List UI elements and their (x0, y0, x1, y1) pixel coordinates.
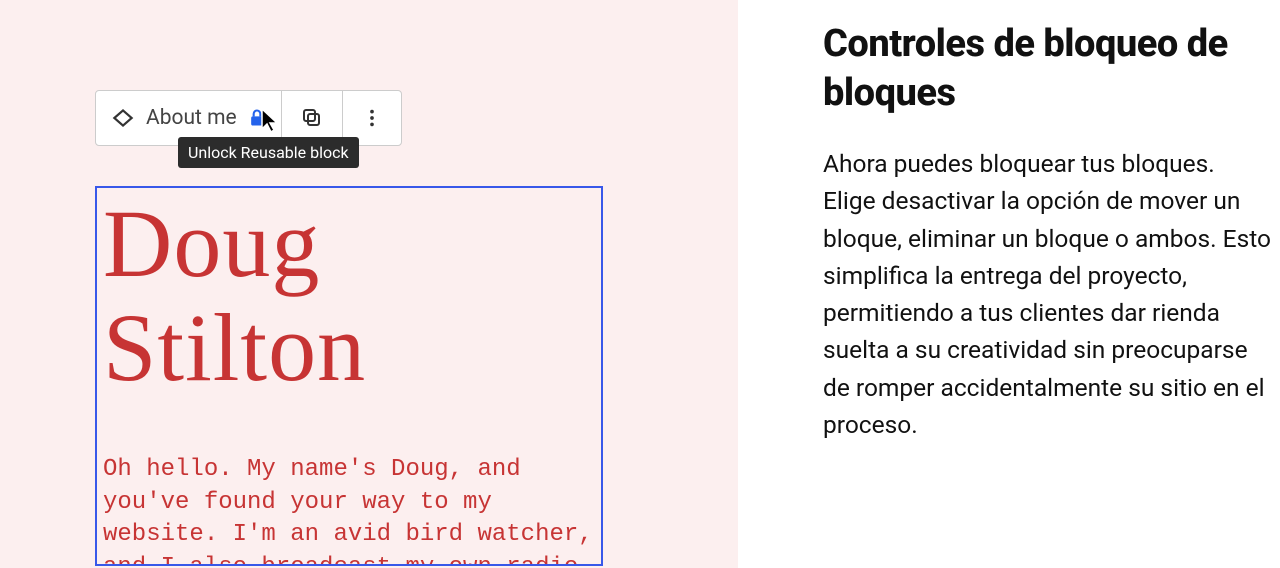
more-vertical-icon (361, 107, 383, 129)
editor-preview-panel: About me (0, 0, 738, 568)
description-panel: Controles de bloqueo de bloques Ahora pu… (738, 0, 1280, 568)
feature-heading: Controles de bloqueo de bloques (823, 20, 1272, 117)
selected-block[interactable]: Doug Stilton Oh hello. My name's Doug, a… (95, 186, 603, 566)
block-type-icon (110, 105, 136, 131)
cursor-icon (260, 107, 280, 137)
block-label: About me (146, 106, 237, 130)
unlock-tooltip: Unlock Reusable block (178, 137, 359, 168)
feature-description: Ahora puedes bloquear tus bloques. Elige… (823, 145, 1272, 443)
block-heading[interactable]: Doug Stilton (103, 192, 595, 399)
copy-icon (300, 106, 324, 130)
block-paragraph[interactable]: Oh hello. My name's Doug, and you've fou… (103, 454, 595, 566)
